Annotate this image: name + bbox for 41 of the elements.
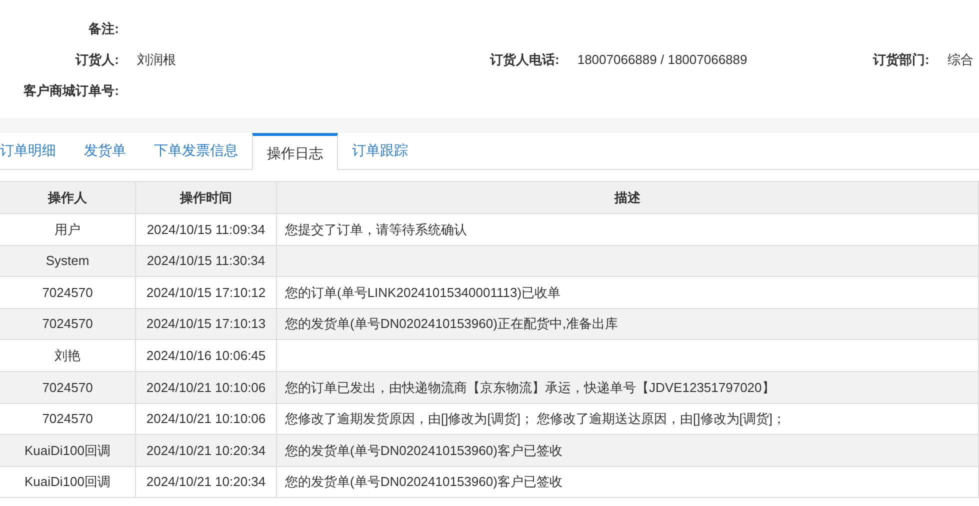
table-cell-text: 您的订单已发出，由快递物流商【京东物流】承运，快递单号【JDVE12351797020】 <box>285 378 775 397</box>
table-cell-text: 2024/10/15 17:10:12 <box>146 284 266 302</box>
table-cell-text: 您的发货单(单号DN0202410153960)正在配货中,准备出库 <box>285 315 618 334</box>
column-header: 操作时间 <box>136 182 277 213</box>
field-label: 备注: <box>87 20 119 38</box>
table-cell-text: 您的发货单(单号DN0202410153960)客户已签收 <box>285 442 562 460</box>
table-cell-text: 2024/10/21 10:10:06 <box>146 378 266 397</box>
tab[interactable]: 操作日志 <box>252 133 338 170</box>
table-cell-text: KuaiDi100回调 <box>24 442 110 460</box>
field-label: 客户商城订单号: <box>22 82 119 100</box>
field-label: 订货部门: <box>873 51 930 70</box>
table-cell-text: 用户 <box>54 220 80 239</box>
table-cell-text: 2024/10/15 17:10:13 <box>146 315 266 334</box>
table-cell-text: 7024570 <box>42 378 93 397</box>
field-label: 订货人电话: <box>490 51 560 70</box>
column-header: 操作人 <box>0 182 136 213</box>
table-cell-text: 刘艳 <box>54 346 80 365</box>
table-cell-text: 您的发货单(单号DN0202410153960)客户已签收 <box>285 473 562 492</box>
field-label: 订货人: <box>74 51 119 70</box>
table-cell-text: 7024570 <box>42 284 93 302</box>
field-value: 综合 <box>947 51 974 70</box>
column-header: 描述 <box>277 182 979 213</box>
tab[interactable]: 订单明细 <box>0 132 70 169</box>
table-cell-text: System <box>46 252 90 270</box>
table-cell-text: 7024570 <box>42 410 93 428</box>
table-cell-text: 2024/10/15 11:09:34 <box>146 220 266 239</box>
field-value: 刘润根 <box>137 51 176 70</box>
table-cell-text: 2024/10/15 11:30:34 <box>146 252 266 270</box>
tab[interactable]: 订单跟踪 <box>338 132 422 169</box>
table-cell-text: KuaiDi100回调 <box>24 473 110 492</box>
table-cell-text: 您的订单(单号LINK20241015340001113)已收单 <box>285 284 561 302</box>
table-cell-text: 7024570 <box>42 315 93 334</box>
table-cell-text: 2024/10/21 10:20:34 <box>146 473 266 492</box>
table-cell-text: 2024/10/21 10:20:34 <box>146 442 266 460</box>
table-cell-text: 2024/10/21 10:10:06 <box>146 410 266 428</box>
field-value: 18007066889 / 18007066889 <box>577 51 748 70</box>
tab[interactable]: 下单发票信息 <box>140 132 252 169</box>
table-cell-text: 您提交了订单，请等待系统确认 <box>285 220 467 239</box>
table-cell-text: 您修改了逾期发货原因，由[]修改为[调货]； 您修改了逾期送达原因，由[]修改为[调货]； <box>285 410 786 428</box>
table-cell-text: 2024/10/16 10:06:45 <box>146 346 266 365</box>
tab[interactable]: 发货单 <box>70 132 140 169</box>
